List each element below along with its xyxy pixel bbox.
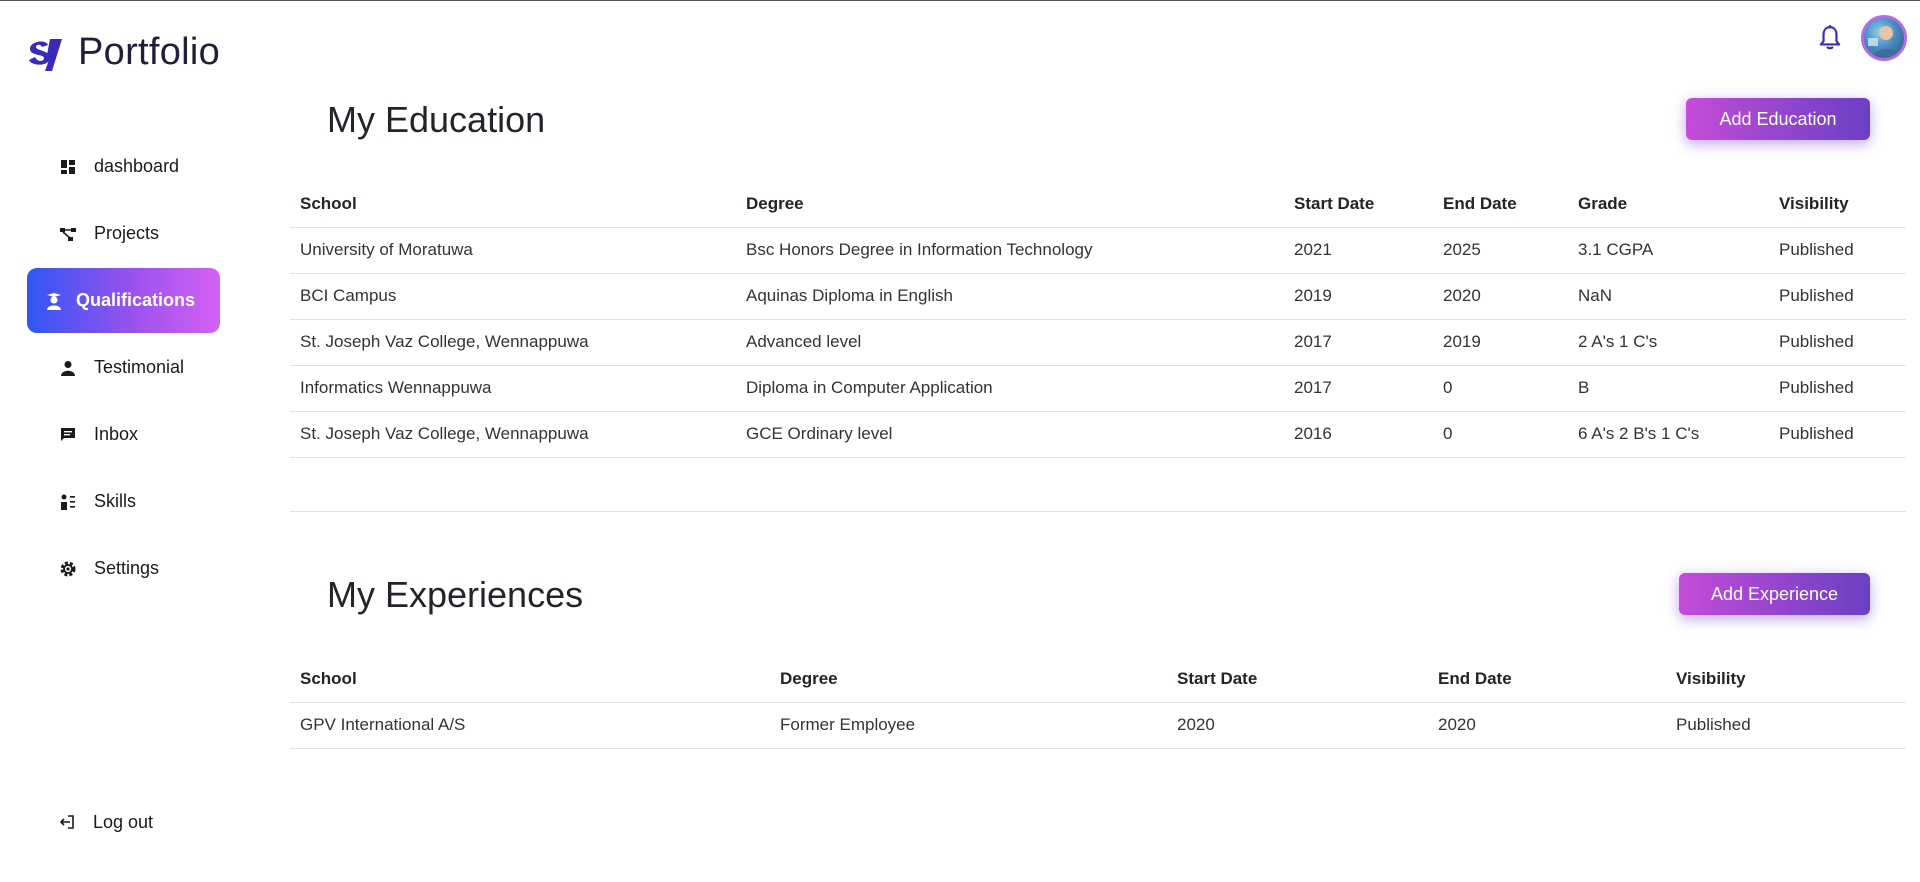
cell-degree: Aquinas Diploma in English [736,273,1284,320]
logout-label: Log out [93,812,154,832]
qualifications-icon [45,292,63,310]
dashboard-icon [59,158,77,176]
table-row[interactable]: University of Moratuwa Bsc Honors Degree… [290,227,1906,274]
cell-visibility: Published [1769,365,1906,412]
cell-visibility: Published [1666,702,1906,749]
cell-degree: Advanced level [736,319,1284,366]
cell-grade: NaN [1568,273,1769,320]
cell-visibility: Published [1769,273,1906,320]
cell-start-date: 2020 [1167,702,1428,749]
cell-end-date: 2020 [1428,702,1666,749]
cell-grade: B [1568,365,1769,412]
cell-degree: Former Employee [770,702,1167,749]
cell-school: St. Joseph Vaz College, Wennappuwa [290,411,736,458]
column-header: Degree [770,656,1167,703]
cell-visibility: Published [1769,411,1906,458]
cell-grade: 2 A's 1 C's [1568,319,1769,366]
add-experience-button[interactable]: Add Experience [1679,573,1870,615]
sidebar-item-label: Inbox [94,424,139,444]
cell-degree: GCE Ordinary level [736,411,1284,458]
avatar-icon [1868,26,1900,58]
table-header-row: School Degree Start Date End Date Visibi… [290,656,1906,703]
logout-button[interactable]: Log out [59,812,153,833]
gear-icon [59,560,77,578]
education-table: School Degree Start Date End Date Grade … [290,181,1906,458]
column-header: End Date [1428,656,1666,703]
sidebar-item-qualifications[interactable]: Qualifications [27,268,220,333]
education-title: My Education [327,99,546,140]
sidebar-item-label: Settings [94,558,160,578]
cell-end-date: 2025 [1433,227,1568,274]
cell-degree: Diploma in Computer Application [736,365,1284,412]
chat-icon [59,426,77,444]
cell-end-date: 0 [1433,365,1568,412]
sidebar-item-skills[interactable]: Skills [27,469,220,534]
section-divider [290,511,1906,512]
brand-logo-icon [29,38,62,71]
user-avatar[interactable] [1861,15,1907,61]
cell-start-date: 2017 [1284,319,1433,366]
table-row[interactable]: St. Joseph Vaz College, Wennappuwa Advan… [290,319,1906,366]
sidebar-item-dashboard[interactable]: dashboard [27,134,220,199]
table-row[interactable]: BCI Campus Aquinas Diploma in English 20… [290,273,1906,320]
table-row[interactable]: Informatics Wennappuwa Diploma in Comput… [290,365,1906,412]
column-header: Degree [736,181,1284,228]
cell-school: St. Joseph Vaz College, Wennappuwa [290,319,736,366]
sidebar-item-inbox[interactable]: Inbox [27,402,220,467]
cell-grade: 6 A's 2 B's 1 C's [1568,411,1769,458]
column-header: Visibility [1666,656,1906,703]
logout-icon [59,814,77,832]
sidebar-item-label: Projects [94,223,160,243]
add-education-button[interactable]: Add Education [1686,98,1870,140]
column-header: Start Date [1284,181,1433,228]
cell-degree: Bsc Honors Degree in Information Technol… [736,227,1284,274]
sidebar-item-settings[interactable]: Settings [27,536,220,601]
cell-start-date: 2016 [1284,411,1433,458]
cell-start-date: 2017 [1284,365,1433,412]
bell-icon[interactable] [1817,24,1843,52]
column-header: School [290,656,770,703]
sidebar-item-testimonial[interactable]: Testimonial [27,335,220,400]
sidebar-item-label: dashboard [94,156,180,176]
cell-end-date: 2020 [1433,273,1568,320]
cell-start-date: 2019 [1284,273,1433,320]
brand-name: Portfolio [78,31,221,73]
brand-logo[interactable]: Portfolio [26,31,220,74]
column-header: School [290,181,736,228]
cell-visibility: Published [1769,227,1906,274]
cell-end-date: 2019 [1433,319,1568,366]
table-row[interactable]: St. Joseph Vaz College, Wennappuwa GCE O… [290,411,1906,458]
cell-start-date: 2021 [1284,227,1433,274]
table-header-row: School Degree Start Date End Date Grade … [290,181,1906,228]
table-row[interactable]: GPV International A/S Former Employee 20… [290,702,1906,749]
sidebar-item-label: Testimonial [94,357,185,377]
sidebar-nav: dashboard Projects Qualifications Testim… [27,134,220,603]
cell-grade: 3.1 CGPA [1568,227,1769,274]
skills-icon [59,493,77,511]
cell-school: University of Moratuwa [290,227,736,274]
sidebar-item-label: Skills [94,491,137,511]
column-header: End Date [1433,181,1568,228]
cell-school: GPV International A/S [290,702,770,749]
cell-school: Informatics Wennappuwa [290,365,736,412]
sidebar-item-projects[interactable]: Projects [27,201,220,266]
experience-table: School Degree Start Date End Date Visibi… [290,656,1906,749]
column-header: Visibility [1769,181,1906,228]
cell-school: BCI Campus [290,273,736,320]
projects-icon [59,225,77,243]
column-header: Start Date [1167,656,1428,703]
experience-title: My Experiences [327,574,584,615]
sidebar-item-label: Qualifications [76,290,196,310]
person-icon [59,359,77,377]
column-header: Grade [1568,181,1769,228]
cell-end-date: 0 [1433,411,1568,458]
cell-visibility: Published [1769,319,1906,366]
